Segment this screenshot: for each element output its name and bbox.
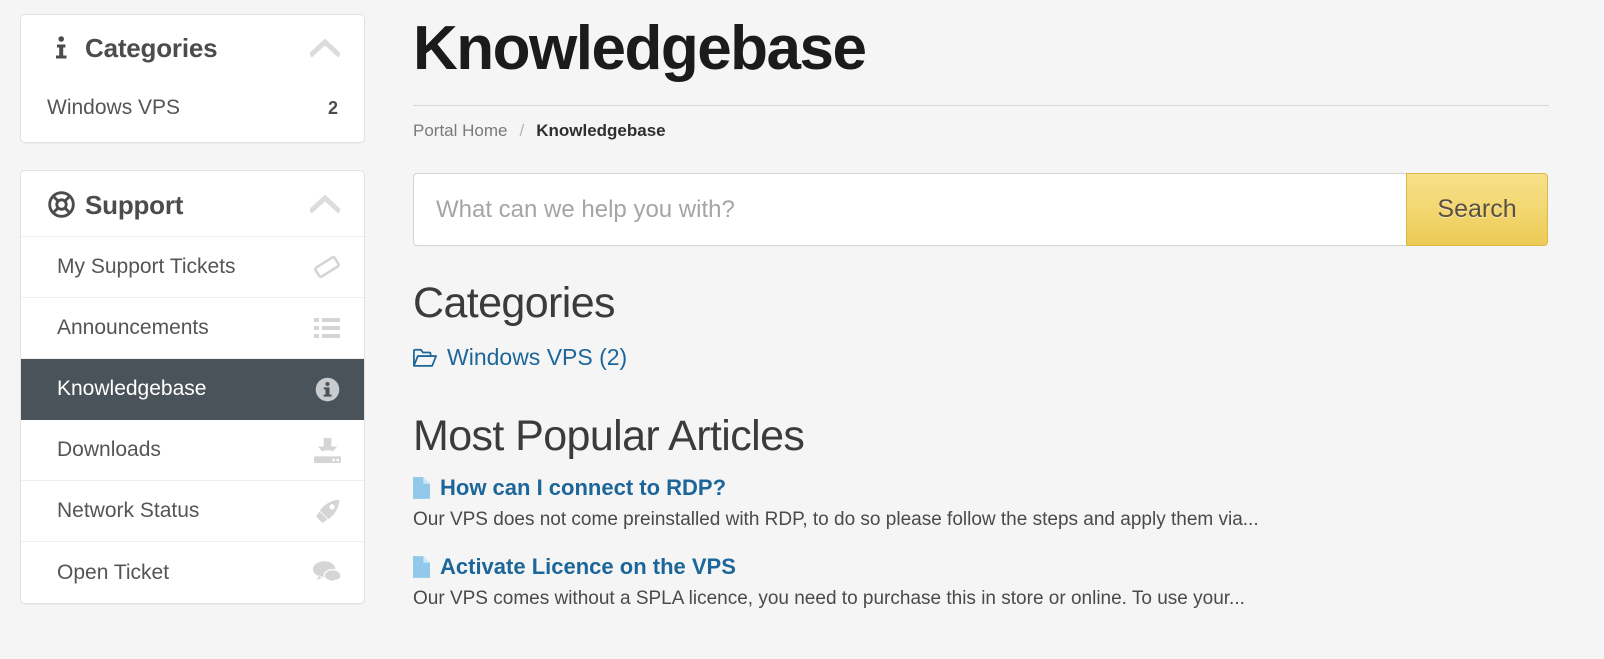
article-link-licence[interactable]: Activate Licence on the VPS bbox=[413, 554, 736, 580]
sidebar-item-knowledgebase[interactable]: Knowledgebase bbox=[21, 359, 364, 420]
rocket-icon bbox=[312, 498, 342, 525]
page-title: Knowledgebase bbox=[413, 14, 867, 83]
search-button[interactable]: Search bbox=[1406, 173, 1548, 247]
chevron-up-icon[interactable] bbox=[308, 35, 342, 61]
categories-panel-title: Categories bbox=[85, 33, 218, 63]
article-title-text: Activate Licence on the VPS bbox=[440, 554, 736, 580]
sidebar-item-downloads[interactable]: Downloads bbox=[21, 420, 364, 481]
list-icon bbox=[312, 317, 342, 339]
sidebar-item-open-ticket[interactable]: Open Ticket bbox=[21, 542, 364, 603]
search-input[interactable] bbox=[413, 173, 1406, 247]
file-icon bbox=[413, 476, 430, 499]
article-excerpt: Our VPS comes without a SPLA licence, yo… bbox=[413, 588, 1245, 610]
support-panel: Support My Support Tickets Announcements… bbox=[20, 170, 365, 604]
support-panel-title: Support bbox=[85, 189, 184, 220]
sidebar-item-label: Open Ticket bbox=[57, 560, 170, 584]
sidebar-item-label: Network Status bbox=[57, 499, 200, 522]
category-link-label: Windows VPS (2) bbox=[447, 344, 628, 371]
sidebar-item-network-status[interactable]: Network Status bbox=[21, 481, 364, 542]
main-content: Knowledgebase Portal Home / Knowledgebas… bbox=[413, 14, 1549, 612]
categories-panel: Categories Windows VPS 2 bbox=[20, 14, 365, 143]
folder-open-icon bbox=[413, 348, 437, 368]
sidebar-item-label: Knowledgebase bbox=[57, 377, 207, 400]
article-title-text: How can I connect to RDP? bbox=[440, 474, 727, 500]
info-icon bbox=[47, 35, 75, 61]
popular-articles-heading: Most Popular Articles bbox=[413, 412, 805, 461]
file-icon bbox=[413, 556, 430, 579]
article-item: How can I connect to RDP? Our VPS does n… bbox=[413, 475, 1549, 533]
support-menu: My Support Tickets Announcements Knowled… bbox=[21, 236, 364, 603]
download-icon bbox=[312, 437, 342, 463]
breadcrumb-separator: / bbox=[519, 121, 525, 141]
comments-icon bbox=[312, 560, 342, 585]
support-panel-header[interactable]: Support bbox=[21, 171, 364, 236]
categories-panel-header[interactable]: Categories bbox=[21, 15, 364, 79]
life-ring-icon bbox=[47, 191, 75, 218]
breadcrumb-current: Knowledgebase bbox=[536, 121, 666, 141]
knowledgebase-page: Categories Windows VPS 2 Support My Supp… bbox=[0, 0, 1604, 659]
article-link-rdp[interactable]: How can I connect to RDP? bbox=[413, 475, 726, 501]
sidebar: Categories Windows VPS 2 Support My Supp… bbox=[20, 14, 365, 631]
breadcrumb-portal-home[interactable]: Portal Home bbox=[413, 121, 507, 141]
info-circle-icon bbox=[312, 376, 342, 403]
sidebar-item-label: Downloads bbox=[57, 438, 161, 461]
ticket-icon bbox=[312, 253, 342, 281]
categories-heading: Categories bbox=[413, 279, 616, 328]
breadcrumb: Portal Home / Knowledgebase bbox=[413, 106, 1549, 141]
sidebar-item-announcements[interactable]: Announcements bbox=[21, 298, 364, 359]
category-row-windows-vps[interactable]: Windows VPS 2 bbox=[21, 79, 364, 142]
category-link-windows-vps[interactable]: Windows VPS (2) bbox=[413, 344, 627, 371]
chevron-up-icon[interactable] bbox=[308, 192, 342, 218]
article-item: Activate Licence on the VPS Our VPS come… bbox=[413, 554, 1549, 612]
sidebar-item-label: My Support Tickets bbox=[57, 255, 236, 278]
search-bar: Search bbox=[413, 173, 1548, 247]
article-excerpt: Our VPS does not come preinstalled with … bbox=[413, 508, 1259, 530]
sidebar-item-label: Announcements bbox=[57, 316, 209, 339]
category-row-label: Windows VPS bbox=[47, 96, 181, 119]
sidebar-item-my-support-tickets[interactable]: My Support Tickets bbox=[21, 237, 364, 298]
category-row-count: 2 bbox=[327, 97, 338, 118]
